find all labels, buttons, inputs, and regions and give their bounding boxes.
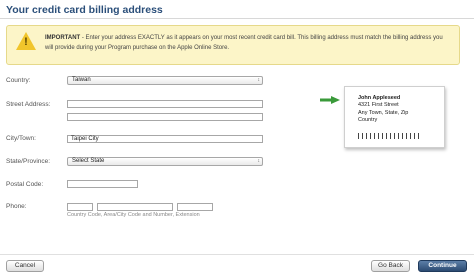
example-country: Country xyxy=(358,117,378,124)
continue-button[interactable]: Continue xyxy=(418,260,467,272)
phone-extension-input[interactable] xyxy=(177,203,213,211)
phone-helper-text: Country Code, Area/City Code and Number,… xyxy=(67,212,200,218)
example-city-line: Any Town, State, Zip xyxy=(358,109,409,116)
warning-icon-mark: ! xyxy=(24,36,28,48)
street-address-line1-input[interactable] xyxy=(67,100,263,108)
phone-label: Phone: xyxy=(6,203,27,210)
phone-country-code-input[interactable] xyxy=(67,203,93,211)
notice-line1: - Enter your address EXACTLY as it appea… xyxy=(80,35,443,41)
city-input[interactable]: Taipei City xyxy=(67,135,263,143)
notice-text: IMPORTANT - Enter your address EXACTLY a… xyxy=(45,33,455,53)
notice-line2: will provide during your Program purchas… xyxy=(45,45,230,51)
city-label: City/Town: xyxy=(6,135,36,142)
postal-code-input[interactable] xyxy=(67,180,138,188)
street-address-line2-input[interactable] xyxy=(67,113,263,121)
cancel-button[interactable]: Cancel xyxy=(6,260,44,272)
state-value: Select State xyxy=(72,158,105,164)
postal-label: Postal Code: xyxy=(6,181,44,188)
notice-box: ! IMPORTANT - Enter your address EXACTLY… xyxy=(6,25,460,65)
go-back-button[interactable]: Go Back xyxy=(371,260,410,272)
phone-number-input[interactable] xyxy=(97,203,173,211)
select-arrows-icon: ↕ xyxy=(257,158,261,164)
country-label: Country: xyxy=(6,77,31,84)
barcode-icon xyxy=(358,133,422,139)
example-address-card: John Appleseed 4321 First Street Any Tow… xyxy=(344,86,445,148)
footer-divider xyxy=(0,254,474,255)
state-label: State/Province: xyxy=(6,158,51,165)
state-select[interactable]: Select State ↕ xyxy=(67,157,263,166)
example-street: 4321 First Street xyxy=(358,102,399,109)
example-name: John Appleseed xyxy=(358,95,401,101)
country-select[interactable]: Taiwan ↕ xyxy=(67,76,263,85)
green-arrow-icon xyxy=(320,96,340,104)
street-label: Street Address: xyxy=(6,101,51,108)
notice-important: IMPORTANT xyxy=(45,35,81,41)
title-divider xyxy=(0,18,474,19)
country-value: Taiwan xyxy=(72,77,91,83)
select-arrows-icon: ↕ xyxy=(257,77,261,83)
page-title: Your credit card billing address xyxy=(6,4,163,16)
